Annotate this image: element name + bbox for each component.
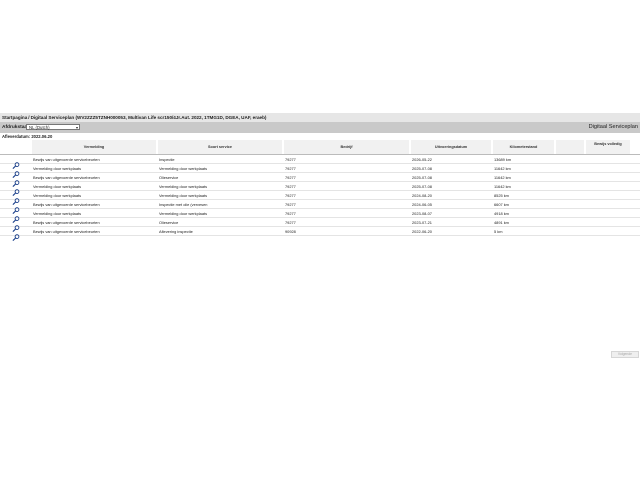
cell-bedrijf: 79277 bbox=[285, 211, 296, 216]
magnifier-icon[interactable] bbox=[12, 201, 20, 214]
cell-vermelding: Bewijs van uitgevoerde servicebeurten bbox=[33, 157, 100, 162]
cell-bedrijf: 90928 bbox=[285, 229, 296, 234]
magnifier-icon[interactable] bbox=[12, 183, 20, 196]
cell-bedrijf: 79277 bbox=[285, 175, 296, 180]
cell-kilometerstand: 5 km bbox=[494, 229, 503, 234]
cell-bedrijf: 79277 bbox=[285, 193, 296, 198]
cell-soort-service: Vermelding door werkplaats bbox=[159, 184, 208, 189]
cell-bedrijf: 79277 bbox=[285, 157, 296, 162]
cell-vermelding: Bewijs van uitgevoerde servicebeurten bbox=[33, 202, 100, 207]
table-row: Vermelding door werkplaats Vermelding doo… bbox=[0, 182, 640, 196]
cell-uitvoeringsdatum: 2025-07-08 bbox=[412, 166, 432, 171]
cell-soort-service: Vermelding door werkplaats bbox=[159, 211, 208, 216]
cell-vermelding: Vermelding door werkplaats bbox=[33, 193, 82, 198]
cell-kilometerstand: 11642 km bbox=[494, 166, 511, 171]
table-row: Bewijs van uitgevoerde servicebeurten Oli… bbox=[0, 218, 640, 232]
breadcrumb: Startpagina/Digitaal Serviceplan (WV2ZZZ… bbox=[0, 113, 640, 122]
cell-soort-service: Aflevering inspectie bbox=[159, 229, 193, 234]
cell-uitvoeringsdatum: 2024-06-05 bbox=[412, 202, 432, 207]
cell-uitvoeringsdatum: 2025-07-08 bbox=[412, 184, 432, 189]
page-title: Digitaal Serviceplan bbox=[588, 124, 638, 130]
cell-kilometerstand: 4891 km bbox=[494, 220, 509, 225]
language-select-value: NL (Dutch) bbox=[29, 125, 50, 130]
magnifier-icon[interactable] bbox=[12, 174, 20, 187]
cell-bedrijf: 79277 bbox=[285, 184, 296, 189]
table-row: Bewijs van uitgevoerde servicebeurten Ins… bbox=[0, 155, 640, 169]
table-row: Vermelding door werkplaats Vermelding doo… bbox=[0, 164, 640, 178]
next-button[interactable]: Volgende bbox=[611, 351, 639, 358]
cell-soort-service: Olieservice bbox=[159, 220, 179, 225]
cell-soort-service: Inspectie met olie (vervesen bbox=[159, 202, 208, 207]
cell-uitvoeringsdatum: 2025-07-08 bbox=[412, 175, 432, 180]
column-header-uitvoeringsdatum[interactable]: Uitvoeringsdatum bbox=[410, 140, 492, 155]
table-row: Bewijs van uitgevoerde servicebeurten Afl… bbox=[0, 227, 640, 241]
column-header-empty bbox=[555, 140, 585, 155]
cell-soort-service: Vermelding door werkplaats bbox=[159, 193, 208, 198]
table-row: Vermelding door werkplaats Vermelding doo… bbox=[0, 209, 640, 223]
cell-vermelding: Bewijs van uitgevoerde servicebeurten bbox=[33, 175, 100, 180]
magnifier-icon[interactable] bbox=[12, 228, 20, 241]
cell-vermelding: Vermelding door werkplaats bbox=[33, 184, 82, 189]
cell-kilometerstand: 6607 km bbox=[494, 202, 509, 207]
cell-vermelding: Bewijs van uitgevoerde servicebeurten bbox=[33, 229, 100, 234]
magnifier-icon[interactable] bbox=[12, 219, 20, 232]
cell-kilometerstand: 4918 km bbox=[494, 211, 509, 216]
language-select[interactable]: NL (Dutch) ▾ bbox=[26, 124, 80, 130]
column-header-vermelding[interactable]: Vermelding bbox=[31, 140, 157, 155]
magnifier-icon[interactable] bbox=[12, 165, 20, 178]
cell-bedrijf: 79277 bbox=[285, 202, 296, 207]
cell-uitvoeringsdatum: 2024-08-20 bbox=[412, 193, 432, 198]
column-header-kilometerstand[interactable]: Kilometerstand bbox=[492, 140, 555, 155]
cell-vermelding: Vermelding door werkplaats bbox=[33, 166, 82, 171]
table-row: Bewijs van uitgevoerde servicebeurten Oli… bbox=[0, 173, 640, 187]
column-header-bedrijf[interactable]: Bedrijf bbox=[283, 140, 410, 155]
cell-kilometerstand: 11642 km bbox=[494, 175, 511, 180]
cell-soort-service: Vermelding door werkplaats bbox=[159, 166, 208, 171]
cell-uitvoeringsdatum: 2023-08-07 bbox=[412, 211, 432, 216]
cell-soort-service: Olieservice bbox=[159, 175, 179, 180]
cell-uitvoeringsdatum: 2022-06-20 bbox=[412, 229, 432, 234]
cell-kilometerstand: 8525 km bbox=[494, 193, 509, 198]
cell-bedrijf: 79277 bbox=[285, 220, 296, 225]
delivery-date: Afleverdatum: 2022.06.20 bbox=[2, 134, 53, 139]
chevron-down-icon: ▾ bbox=[75, 125, 78, 130]
cell-vermelding: Bewijs van uitgevoerde servicebeurten bbox=[33, 220, 100, 225]
magnifier-icon[interactable] bbox=[12, 210, 20, 223]
cell-uitvoeringsdatum: 2023-07-21 bbox=[412, 220, 432, 225]
table-row: Vermelding door werkplaats Vermelding doo… bbox=[0, 191, 640, 205]
column-header-bewijs-volledig[interactable]: Bewijs volledig bbox=[585, 140, 631, 155]
table-row: Bewijs van uitgevoerde servicebeurten Ins… bbox=[0, 200, 640, 214]
cell-bedrijf: 79277 bbox=[285, 166, 296, 171]
cell-vermelding: Vermelding door werkplaats bbox=[33, 211, 82, 216]
cell-uitvoeringsdatum: 2026-05-22 bbox=[412, 157, 432, 162]
cell-kilometerstand: 11642 km bbox=[494, 184, 511, 189]
magnifier-icon[interactable] bbox=[12, 192, 20, 205]
breadcrumb-current: Digitaal Serviceplan (WV2ZZZ5TZNH000053,… bbox=[30, 115, 267, 120]
column-header-soort-service[interactable]: Soort service bbox=[157, 140, 283, 155]
cell-kilometerstand: 13689 km bbox=[494, 157, 512, 162]
toolbar: Afdrukstaal: NL (Dutch) ▾ Digitaal Servi… bbox=[0, 122, 640, 133]
cell-soort-service: Inspectie bbox=[159, 157, 175, 162]
breadcrumb-home[interactable]: Startpagina bbox=[2, 115, 27, 120]
magnifier-icon[interactable] bbox=[12, 156, 20, 169]
